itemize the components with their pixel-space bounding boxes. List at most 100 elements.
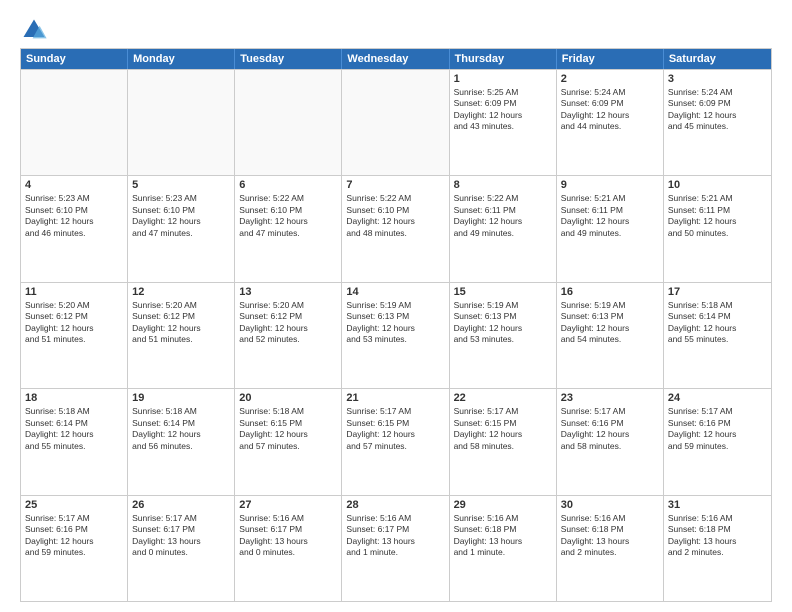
- day-number: 15: [454, 286, 552, 298]
- day-number: 11: [25, 286, 123, 298]
- cell-info: Sunrise: 5:25 AM Sunset: 6:09 PM Dayligh…: [454, 87, 552, 133]
- calendar-cell: 18 Sunrise: 5:18 AM Sunset: 6:14 PM Dayli…: [21, 389, 128, 494]
- day-number: 6: [239, 179, 337, 191]
- header-day-monday: Monday: [128, 49, 235, 69]
- cell-info: Sunrise: 5:17 AM Sunset: 6:16 PM Dayligh…: [561, 406, 659, 452]
- day-number: 29: [454, 499, 552, 511]
- cell-info: Sunrise: 5:22 AM Sunset: 6:11 PM Dayligh…: [454, 193, 552, 239]
- cell-info: Sunrise: 5:22 AM Sunset: 6:10 PM Dayligh…: [239, 193, 337, 239]
- calendar-cell: 5 Sunrise: 5:23 AM Sunset: 6:10 PM Daylig…: [128, 176, 235, 281]
- calendar-cell: 3 Sunrise: 5:24 AM Sunset: 6:09 PM Daylig…: [664, 70, 771, 175]
- cell-info: Sunrise: 5:18 AM Sunset: 6:14 PM Dayligh…: [25, 406, 123, 452]
- calendar-row-1: 1 Sunrise: 5:25 AM Sunset: 6:09 PM Daylig…: [21, 69, 771, 175]
- cell-info: Sunrise: 5:16 AM Sunset: 6:18 PM Dayligh…: [561, 513, 659, 559]
- day-number: 25: [25, 499, 123, 511]
- calendar-cell: 25 Sunrise: 5:17 AM Sunset: 6:16 PM Dayli…: [21, 496, 128, 601]
- cell-info: Sunrise: 5:16 AM Sunset: 6:17 PM Dayligh…: [346, 513, 444, 559]
- cell-info: Sunrise: 5:18 AM Sunset: 6:14 PM Dayligh…: [132, 406, 230, 452]
- cell-info: Sunrise: 5:20 AM Sunset: 6:12 PM Dayligh…: [239, 300, 337, 346]
- cell-info: Sunrise: 5:17 AM Sunset: 6:15 PM Dayligh…: [346, 406, 444, 452]
- cell-info: Sunrise: 5:21 AM Sunset: 6:11 PM Dayligh…: [668, 193, 767, 239]
- calendar-cell: [235, 70, 342, 175]
- day-number: 8: [454, 179, 552, 191]
- day-number: 12: [132, 286, 230, 298]
- day-number: 10: [668, 179, 767, 191]
- calendar-cell: 20Sunrise: 5:18 AM Sunset: 6:15 PM Dayli…: [235, 389, 342, 494]
- day-number: 14: [346, 286, 444, 298]
- day-number: 18: [25, 392, 123, 404]
- logo-icon: [20, 16, 48, 44]
- cell-info: Sunrise: 5:16 AM Sunset: 6:18 PM Dayligh…: [668, 513, 767, 559]
- calendar-body: 1 Sunrise: 5:25 AM Sunset: 6:09 PM Daylig…: [21, 69, 771, 601]
- cell-info: Sunrise: 5:16 AM Sunset: 6:18 PM Dayligh…: [454, 513, 552, 559]
- cell-info: Sunrise: 5:18 AM Sunset: 6:14 PM Dayligh…: [668, 300, 767, 346]
- calendar-cell: 11 Sunrise: 5:20 AM Sunset: 6:12 PM Dayli…: [21, 283, 128, 388]
- cell-info: Sunrise: 5:16 AM Sunset: 6:17 PM Dayligh…: [239, 513, 337, 559]
- day-number: 20: [239, 392, 337, 404]
- calendar-cell: 7Sunrise: 5:22 AM Sunset: 6:10 PM Daylig…: [342, 176, 449, 281]
- calendar-cell: 22 Sunrise: 5:17 AM Sunset: 6:15 PM Dayli…: [450, 389, 557, 494]
- cell-info: Sunrise: 5:17 AM Sunset: 6:15 PM Dayligh…: [454, 406, 552, 452]
- cell-info: Sunrise: 5:20 AM Sunset: 6:12 PM Dayligh…: [132, 300, 230, 346]
- day-number: 30: [561, 499, 659, 511]
- day-number: 9: [561, 179, 659, 191]
- day-number: 5: [132, 179, 230, 191]
- day-number: 13: [239, 286, 337, 298]
- day-number: 19: [132, 392, 230, 404]
- cell-info: Sunrise: 5:19 AM Sunset: 6:13 PM Dayligh…: [454, 300, 552, 346]
- calendar-cell: 27 Sunrise: 5:16 AM Sunset: 6:17 PM Dayli…: [235, 496, 342, 601]
- calendar-cell: 15 Sunrise: 5:19 AM Sunset: 6:13 PM Dayli…: [450, 283, 557, 388]
- cell-info: Sunrise: 5:23 AM Sunset: 6:10 PM Dayligh…: [132, 193, 230, 239]
- day-number: 22: [454, 392, 552, 404]
- day-number: 1: [454, 73, 552, 85]
- cell-info: Sunrise: 5:21 AM Sunset: 6:11 PM Dayligh…: [561, 193, 659, 239]
- calendar-cell: 12 Sunrise: 5:20 AM Sunset: 6:12 PM Dayli…: [128, 283, 235, 388]
- day-number: 21: [346, 392, 444, 404]
- cell-info: Sunrise: 5:24 AM Sunset: 6:09 PM Dayligh…: [561, 87, 659, 133]
- calendar-cell: 31 Sunrise: 5:16 AM Sunset: 6:18 PM Dayli…: [664, 496, 771, 601]
- calendar: SundayMondayTuesdayWednesdayThursdayFrid…: [20, 48, 772, 602]
- header-day-wednesday: Wednesday: [342, 49, 449, 69]
- header-day-tuesday: Tuesday: [235, 49, 342, 69]
- day-number: 3: [668, 73, 767, 85]
- day-number: 23: [561, 392, 659, 404]
- calendar-cell: 28 Sunrise: 5:16 AM Sunset: 6:17 PM Dayli…: [342, 496, 449, 601]
- day-number: 2: [561, 73, 659, 85]
- calendar-cell: 21 Sunrise: 5:17 AM Sunset: 6:15 PM Dayli…: [342, 389, 449, 494]
- calendar-row-5: 25 Sunrise: 5:17 AM Sunset: 6:16 PM Dayli…: [21, 495, 771, 601]
- cell-info: Sunrise: 5:22 AM Sunset: 6:10 PM Dayligh…: [346, 193, 444, 239]
- cell-info: Sunrise: 5:19 AM Sunset: 6:13 PM Dayligh…: [346, 300, 444, 346]
- calendar-cell: 16 Sunrise: 5:19 AM Sunset: 6:13 PM Dayli…: [557, 283, 664, 388]
- calendar-cell: 8 Sunrise: 5:22 AM Sunset: 6:11 PM Daylig…: [450, 176, 557, 281]
- page: SundayMondayTuesdayWednesdayThursdayFrid…: [0, 0, 792, 612]
- calendar-cell: 29 Sunrise: 5:16 AM Sunset: 6:18 PM Dayli…: [450, 496, 557, 601]
- calendar-cell: 1 Sunrise: 5:25 AM Sunset: 6:09 PM Daylig…: [450, 70, 557, 175]
- calendar-cell: 2 Sunrise: 5:24 AM Sunset: 6:09 PM Daylig…: [557, 70, 664, 175]
- cell-info: Sunrise: 5:19 AM Sunset: 6:13 PM Dayligh…: [561, 300, 659, 346]
- day-number: 16: [561, 286, 659, 298]
- day-number: 28: [346, 499, 444, 511]
- logo: [20, 16, 52, 44]
- header-day-sunday: Sunday: [21, 49, 128, 69]
- cell-info: Sunrise: 5:24 AM Sunset: 6:09 PM Dayligh…: [668, 87, 767, 133]
- calendar-cell: [21, 70, 128, 175]
- day-number: 17: [668, 286, 767, 298]
- calendar-cell: 19 Sunrise: 5:18 AM Sunset: 6:14 PM Dayli…: [128, 389, 235, 494]
- header-day-thursday: Thursday: [450, 49, 557, 69]
- calendar-cell: [128, 70, 235, 175]
- day-number: 27: [239, 499, 337, 511]
- header: [20, 16, 772, 44]
- calendar-cell: 14 Sunrise: 5:19 AM Sunset: 6:13 PM Dayli…: [342, 283, 449, 388]
- cell-info: Sunrise: 5:17 AM Sunset: 6:16 PM Dayligh…: [668, 406, 767, 452]
- cell-info: Sunrise: 5:17 AM Sunset: 6:17 PM Dayligh…: [132, 513, 230, 559]
- calendar-cell: 6 Sunrise: 5:22 AM Sunset: 6:10 PM Daylig…: [235, 176, 342, 281]
- calendar-cell: [342, 70, 449, 175]
- calendar-cell: 24Sunrise: 5:17 AM Sunset: 6:16 PM Dayli…: [664, 389, 771, 494]
- cell-info: Sunrise: 5:20 AM Sunset: 6:12 PM Dayligh…: [25, 300, 123, 346]
- day-number: 31: [668, 499, 767, 511]
- cell-info: Sunrise: 5:17 AM Sunset: 6:16 PM Dayligh…: [25, 513, 123, 559]
- calendar-row-2: 4Sunrise: 5:23 AM Sunset: 6:10 PM Daylig…: [21, 175, 771, 281]
- calendar-cell: 9 Sunrise: 5:21 AM Sunset: 6:11 PM Daylig…: [557, 176, 664, 281]
- calendar-row-4: 18 Sunrise: 5:18 AM Sunset: 6:14 PM Dayli…: [21, 388, 771, 494]
- header-day-saturday: Saturday: [664, 49, 771, 69]
